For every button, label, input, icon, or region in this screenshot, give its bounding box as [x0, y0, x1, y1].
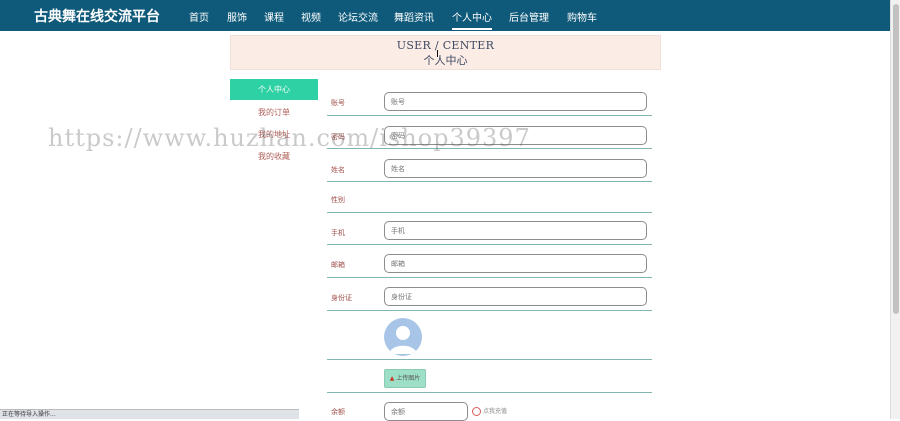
section-banner: USER / CENTER 个人中心 [230, 35, 661, 70]
nav-admin[interactable]: 后台管理 [509, 9, 549, 24]
upload-icon: ▲ [389, 375, 395, 382]
scrollbar-thumb[interactable] [893, 4, 899, 314]
idcard-label: 身份证 [331, 294, 352, 302]
watermark-url: https://www.huzhan.com/ishop39397 [48, 124, 531, 152]
account-input[interactable] [384, 92, 647, 111]
avatar [384, 318, 422, 356]
phone-input[interactable] [384, 221, 647, 240]
sidebar-item-orders[interactable]: 我的订单 [230, 107, 318, 118]
nav-news[interactable]: 舞蹈资讯 [394, 9, 434, 24]
recharge-link[interactable]: 点我充值 [472, 406, 507, 416]
gender-label: 性别 [331, 196, 345, 204]
form-row-gender [327, 181, 652, 213]
top-navbar: 古典舞在线交流平台 首页 服饰 课程 视频 论坛交流 舞蹈资讯 个人中心 后台管… [0, 0, 890, 31]
vertical-scrollbar[interactable] [890, 0, 900, 419]
nav-course[interactable]: 课程 [264, 9, 284, 24]
upload-button-label: 上传图片 [396, 375, 421, 382]
user-silhouette-icon [389, 326, 417, 354]
recharge-label: 点我充值 [483, 408, 508, 415]
balance-label: 余额 [331, 408, 345, 416]
name-label: 姓名 [331, 166, 345, 174]
form-row-upload [327, 359, 652, 393]
nav-costume[interactable]: 服饰 [227, 9, 247, 24]
idcard-input[interactable] [384, 287, 647, 306]
recharge-icon [472, 407, 481, 416]
sidebar-item-favorites[interactable]: 我的收藏 [230, 151, 318, 162]
form-row-avatar [327, 310, 652, 360]
email-label: 邮箱 [331, 261, 345, 269]
balance-input[interactable] [384, 402, 468, 421]
name-input[interactable] [384, 159, 647, 178]
nav-personal-center[interactable]: 个人中心 [452, 9, 492, 30]
phone-label: 手机 [331, 229, 345, 237]
upload-image-button[interactable]: ▲ 上传图片 [384, 369, 426, 388]
banner-title-en: USER / CENTER [396, 39, 495, 52]
email-input[interactable] [384, 254, 647, 273]
sidebar-item-personal-center[interactable]: 个人中心 [230, 79, 318, 100]
text-cursor-icon: I [436, 49, 439, 60]
banner-title-zh: 个人中心 [423, 54, 468, 67]
browser-status-bar: 正在等待导入操作... [0, 409, 299, 419]
account-label: 账号 [331, 99, 345, 107]
nav-forum[interactable]: 论坛交流 [338, 9, 378, 24]
site-brand[interactable]: 古典舞在线交流平台 [34, 6, 160, 26]
nav-home[interactable]: 首页 [189, 9, 209, 24]
nav-video[interactable]: 视频 [301, 9, 321, 24]
nav-cart[interactable]: 购物车 [567, 9, 597, 24]
